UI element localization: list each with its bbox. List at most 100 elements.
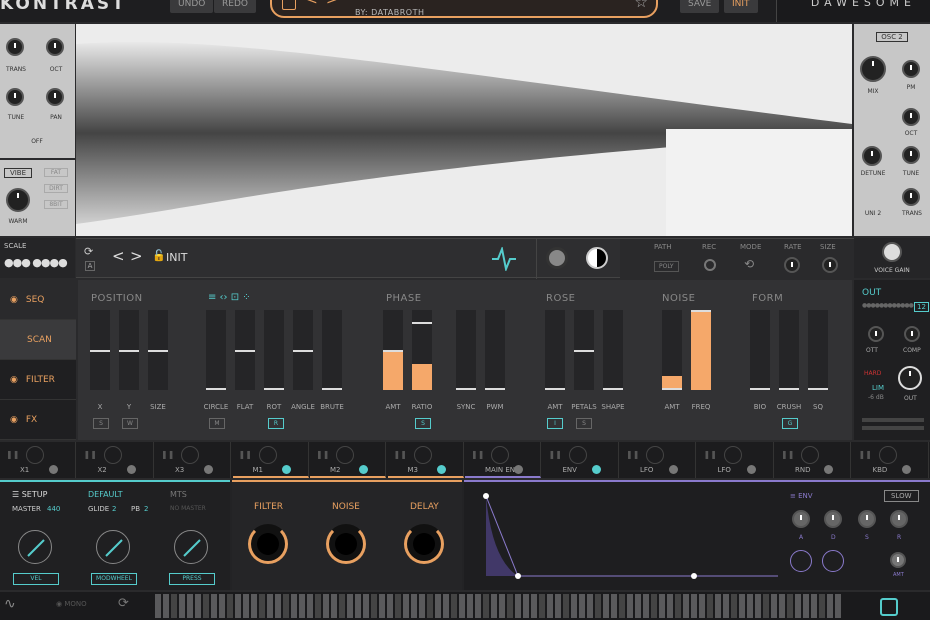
gain-knob[interactable]	[546, 247, 568, 269]
vibe-button[interactable]: VIBE	[4, 168, 32, 178]
piano-key[interactable]	[771, 594, 777, 618]
s-phase-button[interactable]: S	[415, 418, 431, 429]
mod-indicator[interactable]	[49, 465, 58, 474]
reset-icon[interactable]: ⟳	[118, 596, 129, 611]
mod-indicator[interactable]	[746, 465, 756, 474]
mod-knob[interactable]	[801, 446, 819, 464]
modwheel-button[interactable]: MODWHEEL	[91, 573, 137, 585]
piano-key[interactable]	[803, 594, 809, 618]
trans2-knob[interactable]	[902, 188, 920, 206]
piano-key[interactable]	[283, 594, 289, 618]
piano-key[interactable]	[483, 594, 489, 618]
piano-key[interactable]	[523, 594, 529, 618]
piano-key[interactable]	[619, 594, 625, 618]
mod-indicator[interactable]	[901, 465, 911, 474]
mix-knob[interactable]	[860, 56, 886, 82]
slider-handle[interactable]	[206, 388, 226, 390]
piano-key[interactable]	[531, 594, 537, 618]
trans-knob[interactable]	[6, 38, 24, 56]
piano-key[interactable]	[627, 594, 633, 618]
piano-key[interactable]	[331, 594, 337, 618]
piano-key[interactable]	[195, 594, 201, 618]
pb-value[interactable]: 2	[144, 505, 148, 513]
filter-tab[interactable]: ◉ FILTER	[0, 360, 76, 400]
mod-knob[interactable]	[878, 446, 897, 464]
rate-knob[interactable]	[784, 257, 800, 273]
attack-curve-knob[interactable]	[790, 550, 812, 572]
warm-knob[interactable]	[6, 188, 30, 212]
slider-amt[interactable]	[545, 310, 565, 390]
piano-key[interactable]	[355, 594, 361, 618]
piano-key[interactable]	[419, 594, 425, 618]
preset-browser[interactable]: < > BY: DATABROTH ☆	[270, 0, 658, 18]
piano-key[interactable]	[259, 594, 265, 618]
piano-key[interactable]	[835, 594, 841, 618]
comp-knob[interactable]	[904, 326, 920, 342]
piano-key[interactable]	[739, 594, 745, 618]
velocity-knob[interactable]	[18, 530, 52, 564]
piano-key[interactable]	[699, 594, 705, 618]
mod-indicator[interactable]	[359, 465, 368, 474]
env-menu[interactable]: ≡ ENV	[790, 492, 813, 500]
scale-panel[interactable]: SCALE ●●● ●●●●	[0, 238, 75, 278]
piano-key[interactable]	[387, 594, 393, 618]
out-knob[interactable]	[898, 366, 922, 390]
piano-key[interactable]	[275, 594, 281, 618]
mod-slot-x2[interactable]: ❚❚ X2	[78, 442, 154, 478]
piano-key[interactable]	[235, 594, 241, 618]
fx-tab[interactable]: ◉ FX	[0, 400, 76, 440]
piano-key[interactable]	[579, 594, 585, 618]
slider-x[interactable]	[90, 310, 110, 390]
lim-label[interactable]: LIM	[872, 384, 884, 392]
contrast-knob[interactable]	[586, 247, 608, 269]
mod-knob[interactable]	[413, 446, 432, 464]
slider-freq[interactable]	[691, 310, 711, 390]
piano-key[interactable]	[667, 594, 673, 618]
piano-key[interactable]	[435, 594, 441, 618]
slider-handle[interactable]	[662, 388, 682, 390]
pause-icon[interactable]: ❚❚	[704, 450, 717, 459]
noise-macro-knob[interactable]	[326, 524, 366, 564]
pitch-icon[interactable]: ∿	[4, 596, 16, 612]
piano-key[interactable]	[731, 594, 737, 618]
piano-key[interactable]	[291, 594, 297, 618]
pause-icon[interactable]: ❚❚	[84, 450, 97, 459]
slider-handle[interactable]	[603, 388, 623, 390]
piano-key[interactable]	[811, 594, 817, 618]
ott-knob[interactable]	[868, 326, 884, 342]
slider-handle[interactable]	[412, 322, 432, 324]
rec-button[interactable]	[704, 259, 716, 271]
slider-handle[interactable]	[293, 350, 313, 352]
s-rose-button[interactable]: S	[576, 418, 592, 429]
mod-indicator[interactable]	[514, 465, 523, 474]
redo-button[interactable]: REDO	[214, 0, 256, 13]
mod-knob[interactable]	[26, 446, 44, 464]
scan-tools-icons[interactable]: ≡ ‹› ⊡ ⁘	[208, 292, 251, 303]
undo-button[interactable]: UNDO	[170, 0, 214, 13]
piano-key[interactable]	[427, 594, 433, 618]
slider-handle[interactable]	[779, 388, 799, 390]
piano-key[interactable]	[451, 594, 457, 618]
piano-key[interactable]	[539, 594, 545, 618]
save-button[interactable]: SAVE	[680, 0, 720, 13]
m-button[interactable]: M	[209, 418, 225, 429]
mod-knob[interactable]	[723, 446, 742, 464]
voice-gain-knob[interactable]	[882, 242, 902, 262]
glide-value[interactable]: 2	[112, 505, 116, 513]
piano-key[interactable]	[227, 594, 233, 618]
voice-count[interactable]: 12	[914, 302, 929, 312]
piano-key[interactable]	[307, 594, 313, 618]
mod-indicator[interactable]	[824, 465, 833, 474]
piano-key[interactable]	[515, 594, 521, 618]
oct2-knob[interactable]	[902, 108, 920, 126]
star-icon[interactable]: ☆	[635, 0, 648, 11]
vel-button[interactable]: VEL	[13, 573, 59, 585]
slider-handle[interactable]	[456, 388, 476, 390]
piano-key[interactable]	[651, 594, 657, 618]
pause-icon[interactable]: ❚❚	[161, 450, 174, 459]
slider-handle[interactable]	[545, 388, 565, 390]
slider-ratio[interactable]	[412, 310, 432, 390]
piano-key[interactable]	[707, 594, 713, 618]
piano-key[interactable]	[171, 594, 177, 618]
waveform-icon[interactable]	[490, 247, 520, 271]
